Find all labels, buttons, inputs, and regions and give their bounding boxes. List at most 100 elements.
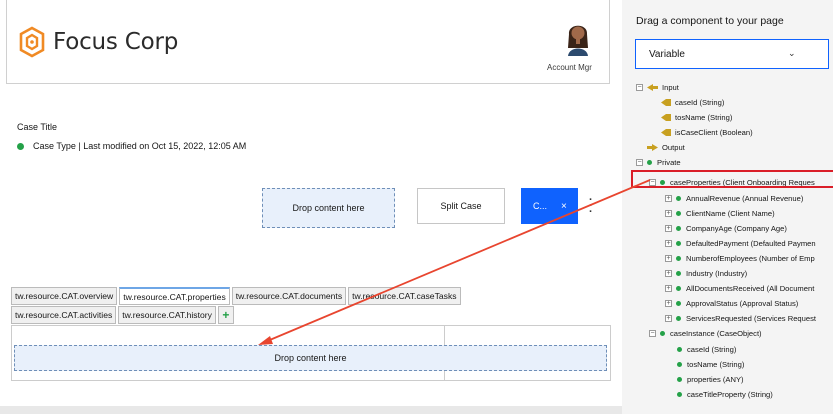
tree-node-private[interactable]: − Private [636, 155, 681, 169]
tree-node-case-instance[interactable]: − caseInstance (CaseObject) [649, 326, 762, 340]
variable-dot-icon [660, 330, 665, 336]
tree-node-input[interactable]: − Input [636, 80, 679, 94]
tree-node-property[interactable]: + DefaultedPayment (Defaulted Paymen [665, 236, 816, 250]
tree-label: DefaultedPayment (Defaulted Paymen [686, 238, 816, 248]
tab-properties[interactable]: tw.resource.CAT.properties [119, 287, 230, 305]
tree-label: AnnualRevenue (Annual Revenue) [686, 193, 804, 203]
input-arrow-icon [647, 83, 658, 91]
tree-node-input-item[interactable]: caseId (String) [661, 95, 724, 109]
tab-row-2: tw.resource.CAT.activities tw.resource.C… [11, 306, 511, 325]
expand-toggle-icon[interactable]: + [665, 314, 672, 322]
chevron-down-icon: ⌄ [788, 48, 796, 58]
expand-toggle-icon[interactable]: + [665, 224, 672, 232]
tab-case-tasks[interactable]: tw.resource.CAT.caseTasks [348, 287, 461, 305]
variable-dot-icon [647, 159, 652, 165]
collapse-toggle-icon[interactable]: − [636, 158, 643, 166]
collapse-toggle-icon[interactable]: − [649, 329, 656, 337]
tree-label: AllDocumentsReceived (All Document [686, 283, 815, 293]
output-arrow-icon [647, 143, 658, 151]
canvas-footer-bar [0, 406, 622, 414]
close-icon[interactable]: × [561, 201, 567, 212]
tab-history[interactable]: tw.resource.CAT.history [118, 306, 216, 324]
expand-toggle-icon[interactable]: + [665, 299, 672, 307]
account-label: Account Mgr [547, 63, 592, 72]
tab-overview[interactable]: tw.resource.CAT.overview [11, 287, 118, 305]
tree-node-instance-item[interactable]: caseTitleProperty (String) [677, 387, 773, 401]
tree-label: ApprovalStatus (Approval Status) [686, 298, 799, 308]
page-header[interactable]: Focus Corp Account Mgr [6, 0, 610, 84]
tree-label: CompanyAge (Company Age) [686, 223, 787, 233]
variable-dot-icon [676, 225, 681, 231]
case-title: Case Title [17, 122, 58, 132]
tab-bar: tw.resource.CAT.overview tw.resource.CAT… [11, 287, 511, 325]
case-action-button[interactable]: C... × [521, 188, 578, 224]
overflow-menu-icon[interactable]: · · · [589, 195, 593, 218]
brand-name: Focus Corp [53, 29, 179, 55]
tree-label: isCaseClient (Boolean) [675, 127, 753, 137]
case-type-row: Case Type | Last modified on Oct 15, 202… [17, 141, 246, 151]
tree-node-property[interactable]: + ServicesRequested (Services Request [665, 311, 816, 325]
expand-toggle-icon[interactable]: + [665, 284, 672, 292]
focus-corp-logo-icon [19, 26, 45, 58]
expand-toggle-icon[interactable]: + [665, 254, 672, 262]
variable-dot-icon [676, 300, 681, 306]
expand-toggle-icon[interactable]: + [665, 269, 672, 277]
tree-label: tosName (String) [675, 112, 733, 122]
tree-node-property[interactable]: + AllDocumentsReceived (All Document [665, 281, 814, 295]
variable-icon [661, 98, 671, 106]
tab-row-1: tw.resource.CAT.overview tw.resource.CAT… [11, 287, 511, 306]
page-canvas: Focus Corp Account Mgr Case Title Case T… [0, 0, 622, 414]
tree-label: caseId (String) [675, 97, 725, 107]
split-case-button[interactable]: Split Case [417, 188, 505, 224]
variable-dot-icon [676, 195, 681, 201]
tree-label: Output [662, 142, 685, 152]
tree-node-property[interactable]: + CompanyAge (Company Age) [665, 221, 787, 235]
tree-label: NumberofEmployees (Number of Emp [686, 253, 815, 263]
variable-dot-icon [676, 285, 681, 291]
expand-toggle-icon[interactable]: + [665, 239, 672, 247]
tree-node-input-item[interactable]: tosName (String) [661, 110, 732, 124]
tree-node-instance-item[interactable]: tosName (String) [677, 357, 744, 371]
variable-dot-icon [676, 240, 681, 246]
tree-label: Input [662, 82, 679, 92]
variable-dot-icon [677, 376, 682, 382]
tree-node-property[interactable]: + ClientName (Client Name) [665, 206, 775, 220]
case-action-label: C... [533, 201, 548, 211]
expand-toggle-icon[interactable]: + [665, 194, 672, 202]
drop-zone-top[interactable]: Drop content here [262, 188, 395, 228]
tab-activities[interactable]: tw.resource.CAT.activities [11, 306, 117, 324]
tree-label: Private [657, 157, 681, 167]
tree-label: caseInstance (CaseObject) [670, 328, 762, 338]
tree-node-property[interactable]: + AnnualRevenue (Annual Revenue) [665, 191, 803, 205]
tree-node-input-item[interactable]: isCaseClient (Boolean) [661, 125, 753, 139]
avatar-icon[interactable] [563, 18, 593, 56]
select-value: Variable [649, 48, 685, 60]
variable-dot-icon [677, 346, 682, 352]
tree-node-property[interactable]: + ApprovalStatus (Approval Status) [665, 296, 798, 310]
tree-label: ClientName (Client Name) [686, 208, 775, 218]
collapse-toggle-icon[interactable]: − [636, 83, 643, 91]
tree-node-instance-item[interactable]: caseId (String) [677, 342, 736, 356]
variable-icon [661, 128, 671, 136]
variable-dot-icon [676, 270, 681, 276]
variable-dot-icon [676, 255, 681, 261]
tree-node-instance-item[interactable]: properties (ANY) [677, 372, 744, 386]
component-type-select[interactable]: Variable ⌄ [635, 39, 829, 69]
drop-zone-bottom[interactable]: Drop content here [14, 345, 607, 371]
tree-node-property[interactable]: + NumberofEmployees (Number of Emp [665, 251, 815, 265]
add-tab-icon[interactable]: + [217, 306, 234, 324]
tree-node-output[interactable]: Output [647, 140, 685, 154]
component-palette: Drag a component to your page Variable ⌄… [622, 0, 833, 414]
tree-label: caseId (String) [687, 344, 737, 354]
tree-node-property[interactable]: + Industry (Industry) [665, 266, 747, 280]
tree-label: caseTitleProperty (String) [687, 389, 773, 399]
tab-documents[interactable]: tw.resource.CAT.documents [231, 287, 347, 305]
variable-icon [661, 113, 671, 121]
tree-label: tosName (String) [687, 359, 745, 369]
variable-dot-icon [677, 391, 682, 397]
case-type-text: Case Type | Last modified on Oct 15, 202… [33, 141, 247, 151]
tree-label: ServicesRequested (Services Request [686, 313, 816, 323]
expand-toggle-icon[interactable]: + [665, 209, 672, 217]
highlight-box [631, 170, 833, 188]
variable-dot-icon [676, 210, 681, 216]
